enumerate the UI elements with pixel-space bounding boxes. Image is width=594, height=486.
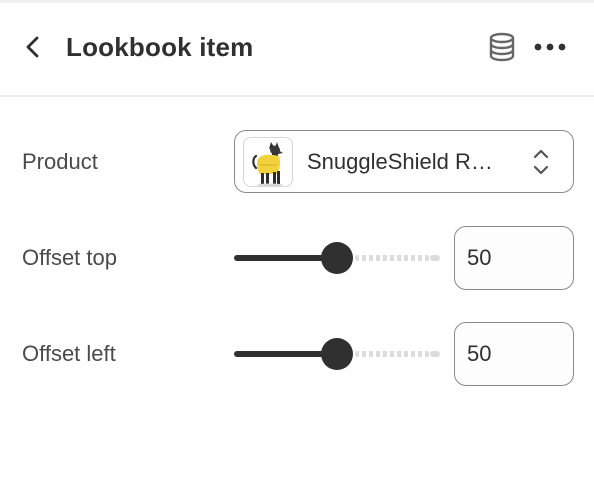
slider-track	[355, 255, 430, 261]
offset-left-slider[interactable]	[234, 336, 440, 372]
slider-track-end	[430, 255, 440, 261]
offset-left-input[interactable]	[454, 322, 574, 386]
chevron-left-icon	[26, 36, 39, 58]
chevron-up-down-icon	[533, 149, 549, 175]
slider-knob[interactable]	[321, 242, 353, 274]
product-thumbnail	[243, 137, 293, 187]
page-title: Lookbook item	[66, 32, 254, 62]
dog-in-yellow-raincoat-image	[252, 142, 283, 186]
back-button[interactable]	[18, 30, 48, 64]
offset-top-input[interactable]	[454, 226, 574, 290]
offset-left-label: Offset left	[22, 341, 116, 366]
offset-top-slider[interactable]	[234, 240, 440, 276]
product-picker[interactable]: SnuggleShield R…	[234, 130, 574, 193]
database-icon	[489, 32, 515, 62]
slider-track	[355, 351, 430, 357]
ellipsis-horizontal-icon	[534, 43, 566, 51]
slider-knob[interactable]	[321, 338, 353, 370]
panel-header: Lookbook item	[0, 0, 594, 97]
product-label: Product	[22, 149, 98, 174]
product-name: SnuggleShield R…	[307, 149, 493, 174]
slider-track-end	[430, 351, 440, 357]
offset-top-label: Offset top	[22, 245, 117, 270]
data-source-button[interactable]	[484, 30, 520, 64]
more-actions-button[interactable]	[530, 30, 570, 64]
